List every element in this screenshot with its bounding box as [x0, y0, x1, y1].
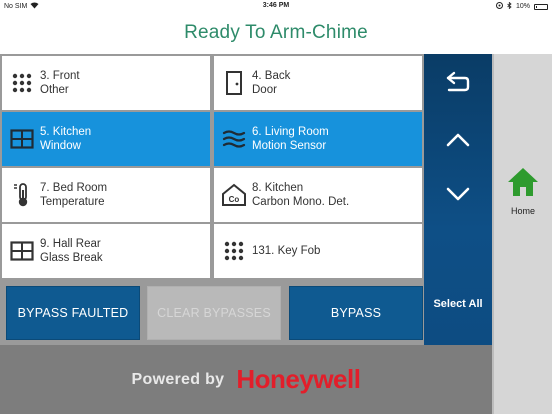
chevron-up-icon: [445, 132, 471, 153]
nav-panel: Select All: [424, 54, 492, 345]
zone-name: 7. Bed Room: [40, 182, 108, 194]
zone-name: 8. Kitchen: [252, 182, 304, 194]
home-panel: Home: [492, 54, 552, 414]
keypad-icon: [9, 70, 35, 96]
location-icon: [495, 2, 503, 11]
motion-icon: [221, 126, 247, 152]
zone-type: Window: [40, 140, 81, 152]
home-label: Home: [510, 206, 535, 216]
zone-type: Other: [40, 84, 69, 96]
window-icon: [9, 126, 35, 152]
bypass-button[interactable]: BYPASS: [289, 286, 423, 340]
back-button[interactable]: [424, 56, 492, 112]
zone-item-kitchen-window[interactable]: 5. Kitchen Window: [2, 112, 210, 166]
footer: Powered by Honeywell: [0, 345, 492, 414]
zone-item-kitchen-co[interactable]: Co 8. Kitchen Carbon Mono. Det.: [214, 168, 422, 222]
door-icon: [221, 70, 247, 96]
bluetooth-icon: [507, 1, 512, 11]
action-bar: BYPASS FAULTED CLEAR BYPASSES BYPASS: [0, 281, 424, 345]
zone-type: Motion Sensor: [252, 140, 327, 152]
bypass-faulted-button[interactable]: BYPASS FAULTED: [6, 286, 140, 340]
title-bar: Ready To Arm-Chime: [0, 12, 552, 54]
status-bar: No SIM 3:46 PM 10%: [0, 0, 552, 12]
chevron-down-icon: [445, 186, 471, 207]
honeywell-logo: Honeywell: [236, 364, 361, 394]
zone-type: Temperature: [40, 196, 105, 208]
scroll-down-button[interactable]: [424, 168, 492, 224]
zone-name: 5. Kitchen: [40, 126, 92, 138]
clear-bypasses-button[interactable]: CLEAR BYPASSES: [147, 286, 281, 340]
zone-item-bed-room[interactable]: 7. Bed Room Temperature: [2, 168, 210, 222]
zone-item-key-fob[interactable]: 131. Key Fob: [214, 224, 422, 278]
zone-type: Door: [252, 84, 277, 96]
status-time: 3:46 PM: [262, 2, 290, 9]
select-all-button[interactable]: Select All: [424, 298, 492, 310]
home-icon: [506, 166, 540, 203]
zone-name: 9. Hall Rear: [40, 238, 101, 250]
home-button[interactable]: Home: [494, 166, 552, 216]
zone-type: Glass Break: [40, 252, 103, 264]
zone-name: 131. Key Fob: [252, 245, 321, 257]
zone-list: 3. Front Other 4. Back Door 5. Kitchen W…: [0, 54, 424, 281]
zone-item-hall-rear[interactable]: 9. Hall Rear Glass Break: [2, 224, 210, 278]
powered-by-text: Powered by: [131, 370, 225, 388]
back-arrow-icon: [445, 71, 471, 98]
window-icon: [9, 238, 35, 264]
zone-name: 4. Back: [252, 70, 291, 82]
zone-name: 3. Front: [40, 70, 80, 82]
battery-percent: 10%: [515, 3, 530, 10]
zone-item-back[interactable]: 4. Back Door: [214, 56, 422, 110]
scroll-up-button[interactable]: [424, 114, 492, 170]
co-icon-text: Co: [229, 195, 240, 204]
battery-icon: [534, 3, 548, 10]
thermometer-icon: [9, 182, 35, 208]
zone-item-front[interactable]: 3. Front Other: [2, 56, 210, 110]
zone-item-living-room[interactable]: 6. Living Room Motion Sensor: [214, 112, 422, 166]
co-detector-icon: Co: [221, 182, 247, 208]
page-title: Ready To Arm-Chime: [184, 22, 368, 43]
keypad-icon: [221, 238, 247, 264]
zone-type: Carbon Mono. Det.: [252, 196, 350, 208]
zone-name: 6. Living Room: [252, 126, 329, 138]
